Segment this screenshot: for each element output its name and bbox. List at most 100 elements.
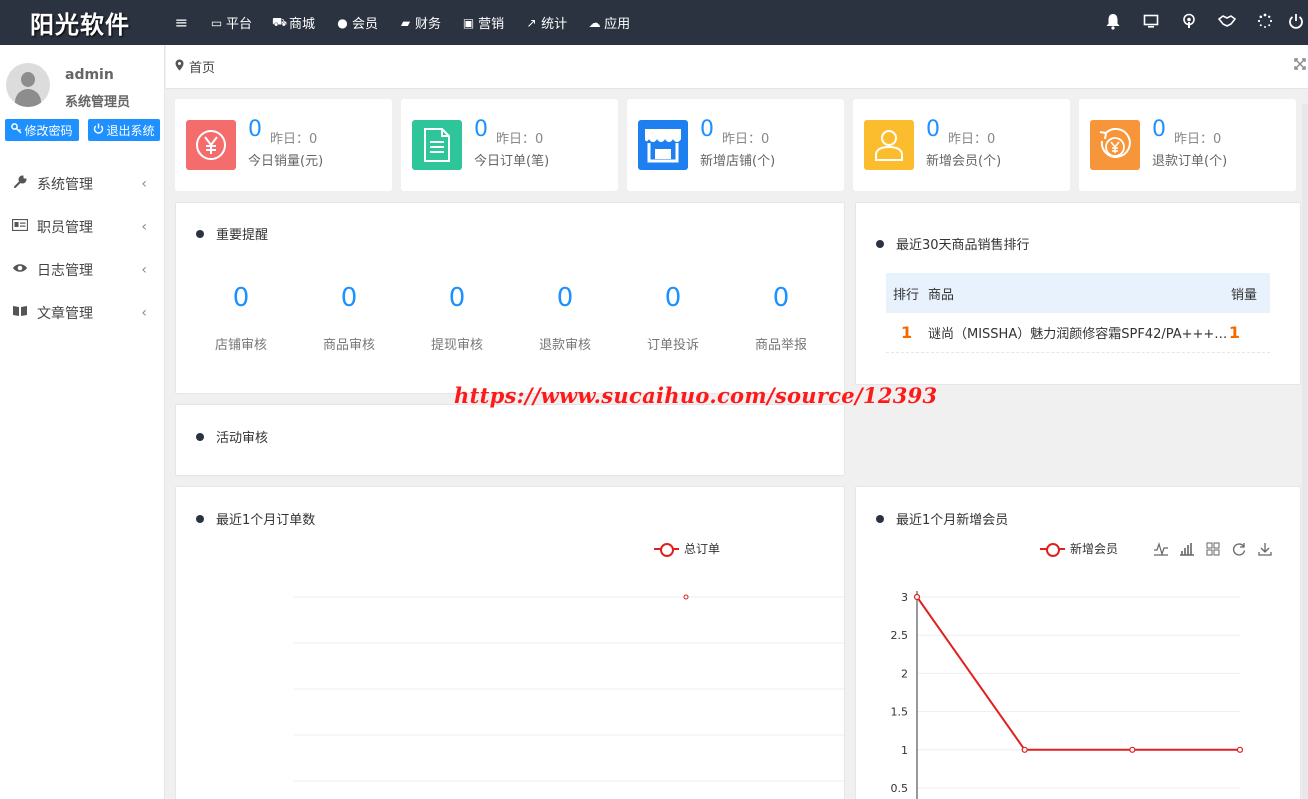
watermark-url: https://www.sucaihuo.com/source/12393 — [454, 383, 938, 408]
nav-item-apps[interactable]: ☁ 应用 — [587, 13, 631, 33]
stat-card-stores: 0 昨日：0 新增店铺(个) — [627, 99, 844, 191]
desktop-icon: ▭ — [210, 15, 223, 30]
reminder-value-refund-review[interactable]: 0 — [535, 283, 595, 313]
line-chart-icon: ↗ — [526, 15, 537, 30]
reminder-value-order-complaint[interactable]: 0 — [643, 283, 703, 313]
reminders-panel: 重要提醒 0 店铺审核 0 商品审核 0 提现审核 0 退款审核 0 订单投诉 … — [175, 202, 845, 394]
power-icon[interactable] — [1284, 13, 1308, 33]
bullet-icon — [196, 229, 204, 238]
fullscreen-icon[interactable] — [1294, 58, 1306, 73]
stat-card-members: 0 昨日：0 新增会员(个) — [853, 99, 1070, 191]
reminder-label: 商品举报 — [754, 338, 807, 353]
y-tick-label: 2.5 — [891, 629, 909, 642]
map-marker-icon — [175, 59, 184, 74]
stat-label: 新增会员(个) — [926, 154, 1002, 169]
truck-icon: ▰ — [400, 15, 411, 30]
chevron-left-icon: ‹ — [141, 175, 147, 192]
data-point — [1021, 746, 1028, 753]
eye-icon — [12, 262, 28, 278]
sales-cell: 1 — [1228, 323, 1240, 342]
sidebar-item-label: 系统管理 — [37, 176, 93, 193]
store-icon — [638, 120, 688, 170]
y-tick-label: 1.5 — [891, 706, 909, 719]
table-header: 排行 商品 销量 — [886, 273, 1270, 313]
header-sales: 销量 — [1230, 287, 1257, 303]
sidebar: admin 系统管理员 修改密码 退出系统 系统管理 ‹ 职员管理 ‹ 日志管理… — [0, 45, 165, 799]
sidebar-item-articles[interactable]: 文章管理 ‹ — [0, 291, 165, 334]
reminder-label: 订单投诉 — [646, 338, 699, 353]
stat-card-refunds: 0 昨日：0 退款订单(个) — [1079, 99, 1296, 191]
nav-item-finance[interactable]: ▰ 财务 — [398, 13, 442, 33]
sidebar-item-logs[interactable]: 日志管理 ‹ — [0, 248, 165, 291]
breadcrumb-home[interactable]: 首页 — [189, 57, 215, 76]
reminder-value-product-review[interactable]: 0 — [319, 283, 379, 313]
members-chart: 0.5 1 1.5 2 2.5 3 — [891, 591, 1244, 799]
nav-item-stats[interactable]: ↗ 统计 — [524, 13, 568, 33]
sidebar-item-system[interactable]: 系统管理 ‹ — [0, 162, 165, 205]
data-point — [1236, 746, 1244, 753]
panel-title-text: 最近30天商品销售排行 — [896, 238, 1030, 253]
nav-label: 商城 — [289, 17, 316, 32]
bell-icon[interactable] — [1094, 12, 1132, 34]
main-nav: ≡ ▭ 平台 ⛟ 商城 ● 会员 ▰ 财务 ▣ 营销 ↗ 统计 ☁ 应用 — [174, 0, 650, 45]
user-icon — [864, 120, 914, 170]
stat-yesterday: 昨日：0 — [1174, 132, 1222, 147]
wrench-icon — [12, 174, 28, 193]
rank-cell: 1 — [901, 323, 913, 342]
y-tick-label: 0.5 — [891, 782, 909, 795]
avatar[interactable] — [6, 63, 50, 107]
header-product: 商品 — [928, 287, 955, 303]
nav-item-platform[interactable]: ▭ 平台 — [209, 13, 253, 33]
stat-value: 0 — [474, 117, 488, 142]
chevron-left-icon: ‹ — [141, 261, 147, 278]
product-cell[interactable]: 谜尚（MISSHA）魅力润颜修容霜SPF42/PA+++ 50ml — [928, 323, 1228, 342]
sidebar-item-staff[interactable]: 职员管理 ‹ — [0, 205, 165, 248]
nav-label: 财务 — [415, 17, 442, 32]
change-password-button[interactable]: 修改密码 — [5, 119, 79, 141]
gift-icon: ▣ — [462, 15, 475, 30]
chevron-left-icon: ‹ — [141, 304, 147, 321]
reminder-value-store-review[interactable]: 0 — [211, 283, 271, 313]
reminder-value-withdraw-review[interactable]: 0 — [427, 283, 487, 313]
table-row[interactable]: 1 谜尚（MISSHA）魅力润颜修容霜SPF42/PA+++ 50ml 1 — [886, 313, 1270, 353]
hamburger-icon: ≡ — [174, 13, 189, 32]
change-password-label: 修改密码 — [24, 123, 73, 138]
data-point — [1129, 746, 1136, 753]
handshake-icon[interactable] — [1208, 13, 1246, 33]
breadcrumb: 首页 — [166, 45, 1308, 89]
app-logo[interactable]: 阳光软件 — [30, 5, 130, 40]
bullet-icon — [876, 239, 884, 248]
panel-title-text: 活动审核 — [216, 431, 269, 446]
logout-button[interactable]: 退出系统 — [88, 119, 160, 141]
podcast-icon[interactable] — [1170, 13, 1208, 33]
stat-card-sales: 0 昨日：0 今日销量(元) — [175, 99, 392, 191]
sidebar-item-label: 文章管理 — [37, 305, 93, 322]
reminder-label: 退款审核 — [538, 338, 591, 353]
nav-item-member[interactable]: ● 会员 — [335, 13, 378, 33]
id-card-icon — [11, 218, 29, 235]
nav-item-marketing[interactable]: ▣ 营销 — [461, 13, 505, 33]
sidebar-menu: 系统管理 ‹ 职员管理 ‹ 日志管理 ‹ 文章管理 ‹ — [0, 162, 165, 334]
nav-label: 应用 — [604, 17, 631, 32]
stat-label: 新增店铺(个) — [700, 154, 776, 169]
menu-toggle-button[interactable]: ≡ — [174, 13, 189, 32]
spinner-icon[interactable] — [1246, 13, 1284, 33]
panel-title-text: 重要提醒 — [216, 228, 269, 243]
stat-yesterday: 昨日：0 — [948, 132, 996, 147]
logout-label: 退出系统 — [106, 123, 155, 138]
user-role: 系统管理员 — [65, 95, 131, 110]
power-icon — [93, 123, 104, 137]
nav-item-mall[interactable]: ⛟ 商城 — [272, 13, 316, 33]
reminder-label: 店铺审核 — [214, 338, 267, 353]
sidebar-item-label: 职员管理 — [37, 219, 93, 236]
nav-label: 营销 — [478, 17, 505, 32]
ranking-table: 排行 商品 销量 1 谜尚（MISSHA）魅力润颜修容霜SPF42/PA+++ … — [886, 273, 1270, 353]
reminder-value-product-report[interactable]: 0 — [751, 283, 811, 313]
nav-label: 平台 — [226, 17, 253, 32]
topbar-actions — [1094, 0, 1308, 45]
scrollbar[interactable] — [1302, 104, 1308, 799]
book-icon — [12, 304, 28, 321]
stat-value: 0 — [926, 117, 940, 142]
data-point — [913, 593, 921, 601]
monitor-icon[interactable] — [1132, 13, 1170, 33]
